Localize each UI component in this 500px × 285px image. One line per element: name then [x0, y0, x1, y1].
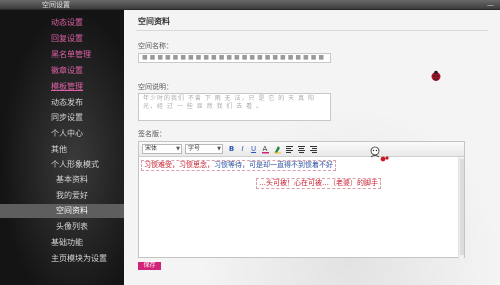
sidebar-item-blacklist[interactable]: 黑名单管理 — [0, 48, 124, 62]
sidebar-item-dynamic-settings[interactable]: 动态设置 — [0, 16, 124, 30]
ladybug-icon — [431, 70, 441, 81]
sidebar-item-hobbies[interactable]: 我的爱好 — [0, 189, 124, 203]
italic-button[interactable]: I — [238, 144, 247, 154]
sidebar-item-basic-info[interactable]: 基本资料 — [0, 173, 124, 187]
scrollbar-thumb[interactable] — [460, 159, 464, 255]
signature-editor[interactable]: 宋体 ▼ 字号 ▼ B I U A 习惯难受，习惯思念，习惯等待，可是却一直得不… — [138, 141, 465, 259]
editor-toolbar: 宋体 ▼ 字号 ▼ B I U A — [139, 142, 464, 157]
sidebar-item-space-info[interactable]: 空间资料 — [0, 204, 124, 218]
sidebar-item-profile-mode[interactable]: 个人形象模式 — [0, 158, 124, 172]
window-title: 空间设置 — [42, 1, 70, 9]
signature-line-1: 习惯难受，习惯思念，习惯等待，可是却一直得不到惯着不好 — [141, 160, 336, 171]
align-right-icon[interactable] — [309, 144, 318, 154]
signature-line-2: …头可被！心在可被…（老婆）的脚手 — [256, 178, 381, 189]
page-title: 空间资料 — [138, 17, 170, 26]
main-panel: 空间资料 空间名称： ■■■■■■■■■■■■■■■■■■■■■■■■ 空间说明… — [124, 10, 500, 285]
space-name-input[interactable]: ■■■■■■■■■■■■■■■■■■■■■■■■ — [138, 53, 331, 63]
sidebar-item-dynamic-publish[interactable]: 动态发布 — [0, 96, 124, 110]
minimize-button[interactable]: — — [487, 1, 494, 9]
title-bar: 空间设置 — — [0, 0, 500, 10]
sidebar-item-other[interactable]: 其他 — [0, 143, 124, 157]
sidebar-item-basic-functions[interactable]: 基础功能 — [0, 236, 124, 250]
highlight-icon[interactable] — [273, 144, 282, 154]
space-name-label: 空间名称： — [138, 42, 173, 50]
svg-text:A: A — [263, 145, 268, 153]
space-desc-label: 空间说明： — [138, 83, 173, 91]
save-button[interactable]: 保存 — [138, 262, 161, 270]
cartoon-sticker-icon — [370, 146, 389, 162]
font-color-icon[interactable]: A — [261, 144, 270, 154]
sidebar-item-reply-settings[interactable]: 回复设置 — [0, 32, 124, 46]
align-left-icon[interactable] — [285, 144, 294, 154]
sidebar-item-sync-settings[interactable]: 同步设置 — [0, 111, 124, 125]
editor-scrollbar[interactable] — [458, 157, 464, 259]
sidebar-item-template-manage[interactable]: 模板管理 — [0, 80, 124, 94]
sidebar-item-homepage-modules[interactable]: 主页模块为设置 — [0, 252, 124, 266]
chevron-down-icon: ▼ — [217, 146, 221, 152]
editor-content[interactable]: 习惯难受，习惯思念，习惯等待，可是却一直得不到惯着不好 …头可被！心在可被…（老… — [139, 146, 464, 259]
sidebar-item-badge-settings[interactable]: 徽章设置 — [0, 64, 124, 78]
sidebar: 动态设置 回复设置 黑名单管理 徽章设置 模板管理 动态发布 同步设置 个人中心… — [0, 10, 124, 285]
sidebar-item-avatar-list[interactable]: 头像列表 — [0, 220, 124, 234]
signature-label: 签名版： — [138, 130, 166, 138]
font-family-select[interactable]: 宋体 ▼ — [142, 144, 182, 154]
bold-button[interactable]: B — [227, 144, 236, 154]
chevron-down-icon: ▼ — [176, 146, 180, 152]
font-size-select[interactable]: 字号 ▼ — [185, 144, 223, 154]
align-center-icon[interactable] — [297, 144, 306, 154]
heading-divider — [136, 30, 488, 31]
space-desc-textarea[interactable]: 年少时的我们 不曾 下 雨 无 法，只 是 它 的 天 真 阳 光，经 过 一 … — [138, 93, 331, 121]
sidebar-item-personal-center[interactable]: 个人中心 — [0, 127, 124, 141]
underline-button[interactable]: U — [249, 144, 258, 154]
